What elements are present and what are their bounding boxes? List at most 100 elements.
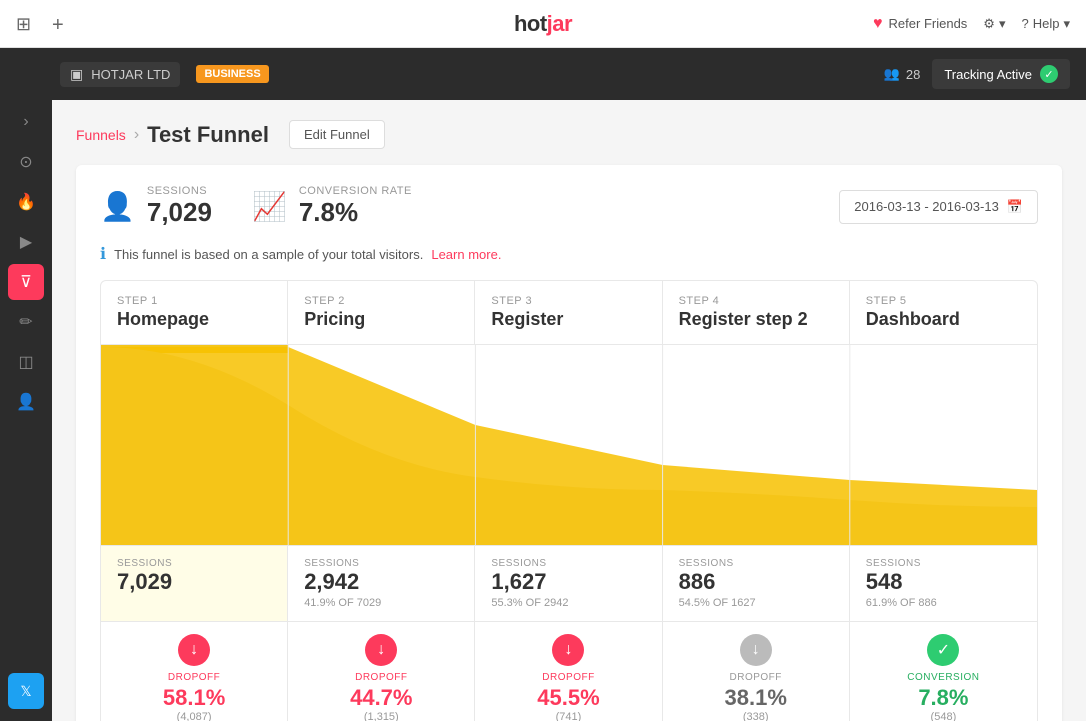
- dropoff-count-2: (1,315): [364, 711, 399, 721]
- dropoff-label-3: DROPOFF: [542, 672, 594, 683]
- session-cell-2: SESSIONS 2,942 41.9% OF 7029: [288, 546, 475, 621]
- dropoff-icon-3: ↓: [552, 634, 584, 666]
- dropoff-icon-2: ↓: [365, 634, 397, 666]
- sidebar-item-recordings[interactable]: ▶: [8, 224, 44, 260]
- hotjar-logo-area: hotjar: [514, 11, 572, 37]
- help-chevron: ▾: [1063, 16, 1070, 32]
- dropoff-cell-1: ↓ DROPOFF 58.1% (4,087): [101, 622, 288, 721]
- step-header-2: STEP 2 Pricing: [288, 281, 475, 344]
- sub-header: ▣ HOTJAR LTD BUSINESS 👥 28 Tracking Acti…: [0, 48, 1086, 100]
- tracking-active-badge: Tracking Active ✓: [932, 59, 1070, 89]
- sessions-label-3: SESSIONS: [491, 558, 645, 569]
- top-nav-right: ♥ Refer Friends ⚙ ▾ ? Help ▾: [873, 15, 1070, 33]
- settings-button[interactable]: ⚙ ▾: [983, 16, 1005, 32]
- twitter-button[interactable]: 𝕏: [8, 673, 44, 709]
- session-cell-1: SESSIONS 7,029: [101, 546, 288, 621]
- sessions-count-2: 2,942: [304, 569, 458, 595]
- session-cell-4: SESSIONS 886 54.5% OF 1627: [663, 546, 850, 621]
- breadcrumb-separator: ›: [134, 126, 139, 144]
- dropoff-pct-2: 44.7%: [350, 685, 412, 711]
- conversion-rate-data: CONVERSION RATE 7.8%: [299, 185, 412, 228]
- edit-funnel-button[interactable]: Edit Funnel: [289, 120, 385, 149]
- conversion-icon: 📈: [252, 190, 287, 223]
- sessions-label: SESSIONS: [147, 185, 212, 197]
- add-icon[interactable]: +: [52, 14, 72, 34]
- stats-card: 👤 SESSIONS 7,029 📈 CONVERSION RATE 7.8% …: [76, 165, 1062, 721]
- sessions-label-5: SESSIONS: [866, 558, 1021, 569]
- info-text: This funnel is based on a sample of your…: [114, 247, 423, 262]
- sidebar-item-forms[interactable]: ✏: [8, 304, 44, 340]
- step-header-1: STEP 1 Homepage: [101, 281, 288, 344]
- brand-selector[interactable]: ▣ HOTJAR LTD: [60, 62, 180, 87]
- tracking-active-label: Tracking Active: [944, 67, 1032, 82]
- step-num-3: STEP 3: [491, 295, 645, 307]
- sessions-count-4: 886: [679, 569, 833, 595]
- sessions-pct-5: 61.9% OF 886: [866, 597, 1021, 609]
- step-header-5: STEP 5 Dashboard: [850, 281, 1037, 344]
- main-content: Funnels › Test Funnel Edit Funnel 👤 SESS…: [52, 100, 1086, 721]
- dropoff-cell-3: ↓ DROPOFF 45.5% (741): [475, 622, 662, 721]
- breadcrumb-funnels-link[interactable]: Funnels: [76, 127, 126, 143]
- help-button[interactable]: ? Help ▾: [1021, 16, 1070, 32]
- gear-icon: ⚙: [983, 16, 995, 32]
- users-count[interactable]: 👥 28: [884, 66, 921, 82]
- step-num-4: STEP 4: [679, 295, 833, 307]
- conversion-icon-5: ✓: [927, 634, 959, 666]
- sessions-stat: 👤 SESSIONS 7,029: [100, 185, 212, 228]
- step-name-5: Dashboard: [866, 309, 1021, 330]
- sessions-label-1: SESSIONS: [117, 558, 271, 569]
- dropoff-cell-5: ✓ CONVERSION 7.8% (548): [850, 622, 1037, 721]
- dropoff-pct-4: 38.1%: [725, 685, 787, 711]
- help-icon: ?: [1021, 16, 1028, 31]
- grid-icon[interactable]: ⊞: [16, 14, 36, 34]
- sessions-value: 7,029: [147, 197, 212, 228]
- learn-more-link[interactable]: Learn more.: [431, 247, 501, 262]
- dropoff-row: ↓ DROPOFF 58.1% (4,087) ↓ DROPOFF 44.7% …: [101, 622, 1037, 721]
- info-banner: ℹ This funnel is based on a sample of yo…: [100, 244, 1038, 264]
- sessions-count-3: 1,627: [491, 569, 645, 595]
- breadcrumb-current-page: Test Funnel: [147, 122, 269, 148]
- session-cell-5: SESSIONS 548 61.9% OF 886: [850, 546, 1037, 621]
- funnel-svg: [101, 345, 1037, 545]
- funnel-steps-header: STEP 1 Homepage STEP 2 Pricing STEP 3 Re…: [101, 281, 1037, 345]
- refer-friends-button[interactable]: ♥ Refer Friends: [873, 15, 967, 33]
- sessions-icon: 👤: [100, 190, 135, 223]
- brand-name: HOTJAR LTD: [91, 67, 170, 82]
- sub-header-right: 👥 28 Tracking Active ✓: [884, 59, 1086, 89]
- business-badge: BUSINESS: [196, 65, 268, 83]
- info-icon: ℹ: [100, 244, 106, 264]
- step-header-4: STEP 4 Register step 2: [663, 281, 850, 344]
- dropoff-cell-4: ↓ DROPOFF 38.1% (338): [663, 622, 850, 721]
- heart-icon: ♥: [873, 15, 883, 33]
- sidebar-item-funnels[interactable]: ⊽: [8, 264, 44, 300]
- sidebar-bottom: 𝕏: [8, 673, 44, 709]
- dropoff-count-5: (548): [931, 711, 957, 721]
- conversion-rate-label: CONVERSION RATE: [299, 185, 412, 197]
- sidebar-item-dashboard[interactable]: ⊙: [8, 144, 44, 180]
- building-icon: ▣: [70, 66, 83, 83]
- hotjar-logo: hotjar: [514, 11, 572, 36]
- sidebar-item-users[interactable]: 👤: [8, 384, 44, 420]
- sidebar-toggle[interactable]: ›: [12, 108, 40, 136]
- conversion-rate-stat: 📈 CONVERSION RATE 7.8%: [252, 185, 412, 228]
- step-name-3: Register: [491, 309, 645, 330]
- top-nav: ⊞ + hotjar ♥ Refer Friends ⚙ ▾ ? Help ▾: [0, 0, 1086, 48]
- date-range-value: 2016-03-13 - 2016-03-13: [854, 199, 999, 214]
- dropoff-count-1: (4,087): [177, 711, 212, 721]
- conversion-rate-value: 7.8%: [299, 197, 412, 228]
- sidebar-item-heatmaps[interactable]: 🔥: [8, 184, 44, 220]
- funnel-chart: [101, 345, 1037, 545]
- dropoff-label-2: DROPOFF: [355, 672, 407, 683]
- sessions-count-5: 548: [866, 569, 1021, 595]
- sessions-data: SESSIONS 7,029: [147, 185, 212, 228]
- sessions-row: SESSIONS 7,029 SESSIONS 2,942 41.9% OF 7…: [101, 545, 1037, 622]
- date-range-picker[interactable]: 2016-03-13 - 2016-03-13 📅: [839, 190, 1038, 224]
- dropoff-label-1: DROPOFF: [168, 672, 220, 683]
- dropoff-cell-2: ↓ DROPOFF 44.7% (1,315): [288, 622, 475, 721]
- dropoff-count-4: (338): [743, 711, 769, 721]
- dropoff-label-4: DROPOFF: [730, 672, 782, 683]
- step-name-2: Pricing: [304, 309, 458, 330]
- tracking-active-indicator: ✓: [1040, 65, 1058, 83]
- dropoff-icon-1: ↓: [178, 634, 210, 666]
- sidebar-item-polls[interactable]: ◫: [8, 344, 44, 380]
